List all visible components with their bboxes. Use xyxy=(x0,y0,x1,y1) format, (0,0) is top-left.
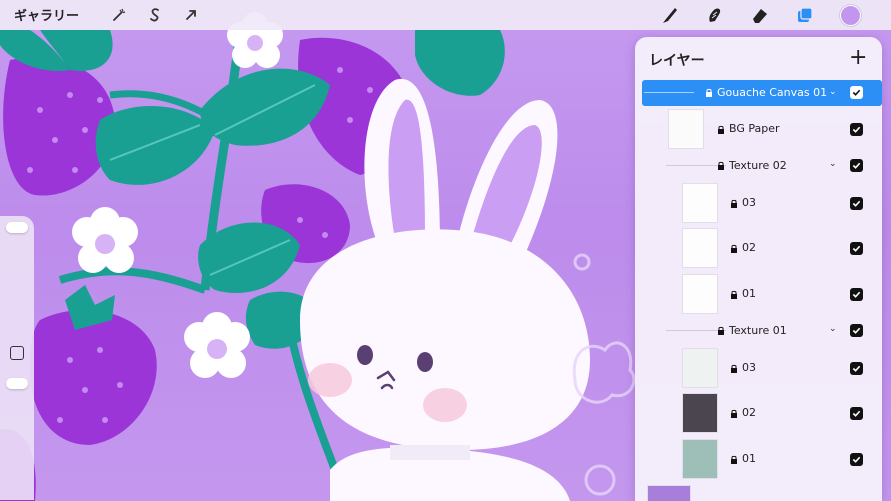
chevron-down-icon[interactable]: ⌄ xyxy=(829,324,837,334)
layer-thumbnail xyxy=(682,439,718,479)
layer-texture-01-03[interactable]: 03 xyxy=(642,346,882,390)
opacity-slider[interactable] xyxy=(6,378,28,389)
lock-icon xyxy=(731,409,737,418)
layer-name: 03 xyxy=(742,196,756,209)
layer-name: Texture 01 xyxy=(729,324,787,337)
lock-icon xyxy=(718,161,724,170)
color-swatch[interactable] xyxy=(840,5,861,26)
layers-icon[interactable] xyxy=(793,3,817,27)
layer-thumbnail xyxy=(647,485,691,501)
layer-group-texture-02[interactable]: Texture 02 ⌄ xyxy=(642,152,882,180)
lock-icon xyxy=(731,455,737,464)
visibility-checkbox[interactable] xyxy=(850,197,863,210)
layer-name: 02 xyxy=(742,406,756,419)
layer-texture-01-02[interactable]: 02 xyxy=(642,391,882,435)
visibility-checkbox[interactable] xyxy=(850,123,863,136)
lock-icon xyxy=(718,326,724,335)
add-layer-button[interactable]: + xyxy=(849,47,867,69)
layer-texture-02-02[interactable]: 02 xyxy=(642,226,882,270)
visibility-checkbox[interactable] xyxy=(850,407,863,420)
layer-texture-01-01[interactable]: 01 xyxy=(642,437,882,481)
brush-size-slider[interactable] xyxy=(6,222,28,233)
visibility-checkbox[interactable] xyxy=(850,324,863,337)
visibility-checkbox[interactable] xyxy=(850,453,863,466)
layer-thumbnail xyxy=(682,183,718,223)
layer-name: Texture 02 xyxy=(729,159,787,172)
lock-icon xyxy=(706,88,712,97)
gallery-button[interactable]: ギャラリー xyxy=(14,5,79,24)
lock-icon xyxy=(731,290,737,299)
visibility-checkbox[interactable] xyxy=(850,288,863,301)
layer-thumbnail xyxy=(668,109,704,149)
layer-name: 03 xyxy=(742,361,756,374)
brush-icon[interactable] xyxy=(658,3,682,27)
top-toolbar: ギャラリー xyxy=(0,0,891,30)
layers-panel: レイヤー + Gouache Canvas 01 ⌄ BG Paper Text… xyxy=(635,37,882,501)
lock-icon xyxy=(731,364,737,373)
left-sidebar xyxy=(0,216,34,500)
layers-title: レイヤー xyxy=(649,53,705,69)
layer-group-texture-01[interactable]: Texture 01 ⌄ xyxy=(642,317,882,345)
layer-thumbnail xyxy=(682,228,718,268)
visibility-checkbox[interactable] xyxy=(850,159,863,172)
selection-s-icon[interactable] xyxy=(144,4,166,26)
layer-texture-02-03[interactable]: 03 xyxy=(642,181,882,225)
layer-name: 01 xyxy=(742,452,756,465)
lock-icon xyxy=(718,125,724,134)
lock-icon xyxy=(731,244,737,253)
transform-arrow-icon[interactable] xyxy=(180,4,202,26)
layer-name: 02 xyxy=(742,241,756,254)
modify-button[interactable] xyxy=(10,346,24,360)
visibility-checkbox[interactable] xyxy=(850,362,863,375)
layer-group-gouache-canvas[interactable]: Gouache Canvas 01 ⌄ xyxy=(642,80,882,106)
chevron-down-icon[interactable]: ⌄ xyxy=(829,159,837,169)
layer-thumbnail xyxy=(682,274,718,314)
layer-bg-paper[interactable]: BG Paper xyxy=(642,107,882,151)
visibility-checkbox[interactable] xyxy=(850,242,863,255)
layer-thumbnail xyxy=(682,348,718,388)
visibility-checkbox[interactable] xyxy=(850,86,863,99)
layer-name: BG Paper xyxy=(729,122,780,135)
layer-name: 01 xyxy=(742,287,756,300)
layer-thumbnail xyxy=(682,393,718,433)
chevron-down-icon[interactable]: ⌄ xyxy=(829,87,837,97)
lock-icon xyxy=(731,199,737,208)
layer-next-partial[interactable] xyxy=(642,483,882,501)
layer-texture-02-01[interactable]: 01 xyxy=(642,272,882,316)
layer-name: Gouache Canvas 01 xyxy=(717,86,828,99)
smudge-icon[interactable] xyxy=(703,3,727,27)
eraser-icon[interactable] xyxy=(748,3,772,27)
magic-wand-icon[interactable] xyxy=(108,4,130,26)
